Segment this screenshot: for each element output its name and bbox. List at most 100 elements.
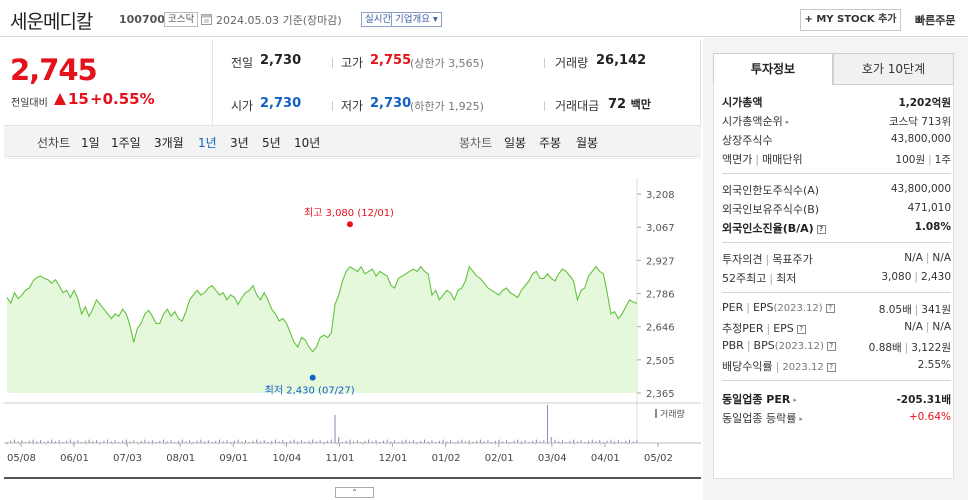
volume-bar [349,439,351,443]
dividend-label: 배당수익률 | 2023.12? [722,358,836,374]
help-icon[interactable]: ? [816,225,826,234]
help-icon[interactable]: ? [825,304,835,313]
volume-bar [319,440,321,443]
foreign-limit-value: 43,800,000 [890,183,951,195]
candle-chart-label: 봉차트 [459,136,493,150]
volume-bar [36,441,38,443]
market-cap-row: 시가총액 1,202억원 [722,94,951,112]
prev-close-value: 2,730 [260,53,302,68]
base-date: 2024.05.03 기준(장마감) [216,12,342,28]
y-tick-label: 2,646 [646,323,675,334]
volume-bar [457,440,459,443]
volume-bar [636,440,638,443]
low-annotation: 최저 2,430 (07/27) [265,385,355,397]
upper-limit: (상한가 3,565) [410,55,484,71]
eps-year: (2023.12) [773,303,823,314]
candle-monthly[interactable]: 월봉 [576,134,598,151]
volume-bar [360,442,362,443]
pbr-val: 0.88배 [868,342,902,354]
sector-per-value: -205.31배 [896,394,951,406]
est-eps-text: EPS [773,322,794,335]
volume-bar [304,442,306,443]
period-1d[interactable]: 1일 [81,134,100,151]
tab-order-book[interactable]: 호가 10단계 [833,53,954,85]
volume-bar [259,441,261,443]
volume-bar [580,440,582,443]
volume-bar [32,439,34,443]
volume-bar [189,440,191,443]
volume-bar [140,440,142,443]
y-tick-label: 2,505 [646,356,675,367]
sector-per-row[interactable]: 동일업종 PER ▸ -205.31배 [722,391,951,409]
volume-bar [95,440,97,443]
volume-bar [535,439,537,443]
company-name: 세운메디칼 [10,11,93,33]
dividend-year: 2023.12 [782,362,824,373]
bps-year: (2023.12) [774,341,824,352]
volume-bar [491,442,493,443]
dividend-value: 2.55% [917,359,951,371]
price-area [7,266,637,393]
open-value: 2,730 [260,96,302,111]
volume-bar [177,440,179,443]
week52-row: 52주최고 | 최저 3,080 | 2,430 [722,270,951,288]
volume-bar [166,441,168,443]
volume-bar [468,440,470,443]
volume-bar [286,442,288,443]
volume-bar [323,442,325,443]
volume-bar [573,439,575,443]
volume-bar [472,442,474,443]
volume-bar [159,440,161,443]
help-icon[interactable]: ? [826,363,836,372]
candle-daily[interactable]: 일봉 [504,134,526,151]
y-tick-label: 3,208 [646,190,675,201]
candle-weekly[interactable]: 주봉 [539,134,561,151]
quick-order-link[interactable]: 빠른주문 [915,12,955,28]
chevron-up-icon[interactable]: ⌃ [335,487,374,498]
pbr-label: PBR | BPS(2023.12)? [722,339,836,352]
chevron-right-icon: ▸ [785,118,790,126]
help-icon[interactable]: ? [796,325,806,334]
company-overview-button[interactable]: 기업개요 ▾ [391,12,442,27]
help-icon[interactable]: ? [826,342,836,351]
volume-bar [424,439,426,443]
foreign-ratio-text: 외국인소진율(B/A) [722,222,814,235]
cap-rank-row[interactable]: 시가총액순위 ▸ 코스닥 713위 [722,113,951,131]
upper-limit-value: 3,565) [448,57,484,70]
x-tick-label: 07/03 [113,453,142,464]
period-5y[interactable]: 5년 [262,134,281,151]
volume-bar [431,440,433,443]
volume-bar [62,442,64,443]
period-1y[interactable]: 1년 [198,134,217,151]
high-label: 고가 [341,56,364,70]
volume-bar [487,440,489,443]
sector-rate-row[interactable]: 동일업종 등락률 ▸ +0.64% [722,410,951,428]
period-3y[interactable]: 3년 [230,134,249,151]
amount-value: 72 백만 [608,96,651,112]
volume-bar [84,440,86,443]
volume-bar [312,439,314,443]
volume-bar [617,440,619,443]
sector-rate-label: 동일업종 등락률 ▸ [722,410,803,426]
period-1w[interactable]: 1주일 [111,134,141,151]
opinion-value: N/A | N/A [904,252,951,264]
pbr-row: PBR | BPS(2023.12)? 0.88배 | 3,122원 [722,339,951,357]
high-value: 2,755 [370,53,412,68]
tab-investment-info[interactable]: 투자정보 [713,53,833,85]
volume-bar [554,439,556,443]
divider [544,101,545,111]
volume-bar [409,441,411,443]
add-my-stock-button[interactable]: + MY STOCK 추가 [800,9,901,31]
volume-bar [237,439,239,443]
date-value: 2024.05.03 [216,14,279,27]
high-marker [346,221,353,228]
volume-bar [144,439,146,443]
volume-bar [368,439,370,443]
volume-bar [88,439,90,443]
volume-bar [230,442,232,443]
per-label: PER | EPS(2023.12)? [722,301,835,314]
period-10y[interactable]: 10년 [294,134,320,151]
period-3m[interactable]: 3개월 [154,134,184,151]
face-label: 액면가 [722,153,753,166]
listed-shares-label: 상장주식수 [722,134,773,147]
